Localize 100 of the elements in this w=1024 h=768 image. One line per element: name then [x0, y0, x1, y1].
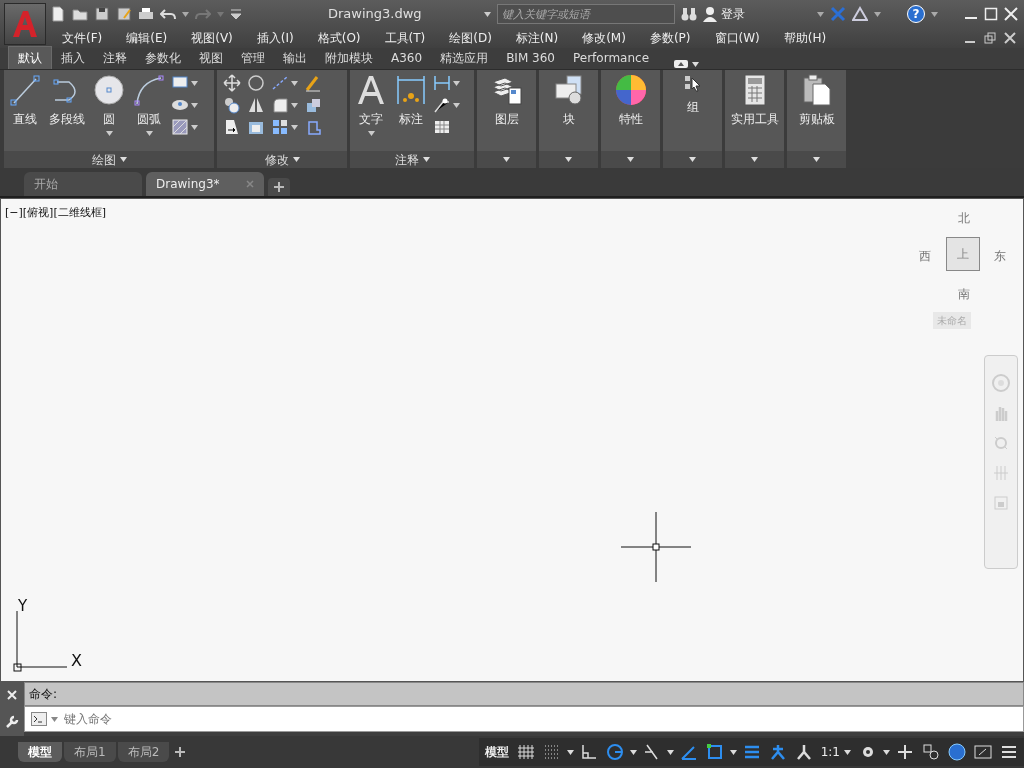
- fullscreen-icon[interactable]: [974, 743, 992, 761]
- new-file-icon[interactable]: [50, 6, 66, 22]
- right-angle-icon[interactable]: [579, 743, 598, 761]
- wrench-icon[interactable]: [5, 714, 19, 729]
- diagonal-line-icon[interactable]: [642, 743, 661, 761]
- tool-button[interactable]: 多段线: [47, 74, 87, 128]
- caret-icon: [217, 11, 224, 17]
- plus-icon: [274, 182, 284, 192]
- panel-title[interactable]: 绘图: [4, 151, 214, 168]
- ribbon-tab[interactable]: 视图: [190, 47, 232, 69]
- annotation-scale-button[interactable]: 1:1: [818, 743, 853, 761]
- panel-toggle-icon[interactable]: [674, 59, 688, 69]
- tool-button[interactable]: 圆弧: [131, 74, 167, 136]
- panel-title[interactable]: 注释: [350, 151, 474, 168]
- figure-icon[interactable]: [768, 743, 787, 761]
- plus-icon[interactable]: [175, 747, 186, 757]
- close-icon[interactable]: [1004, 32, 1016, 44]
- compass-label[interactable]: 东: [994, 247, 1006, 265]
- menu-item[interactable]: 修改(M): [570, 29, 638, 47]
- ribbon-tab[interactable]: BIM 360: [497, 47, 564, 69]
- sign-in-button[interactable]: 登录: [703, 5, 745, 23]
- model-space-button[interactable]: 模型: [482, 743, 511, 761]
- table-icon[interactable]: [433, 118, 451, 136]
- layout-tab[interactable]: 模型: [18, 742, 62, 762]
- ribbon-tab[interactable]: 参数化: [136, 47, 190, 69]
- mirror-icon[interactable]: [247, 96, 265, 114]
- help-button[interactable]: ?: [907, 5, 925, 23]
- menu-item[interactable]: 窗口(W): [702, 29, 772, 47]
- menu-item[interactable]: 帮助(H): [771, 29, 839, 47]
- binoculars-icon[interactable]: [681, 6, 697, 22]
- ribbon-tab[interactable]: 管理: [232, 47, 274, 69]
- circles-icon[interactable]: [223, 96, 241, 114]
- viewport-label[interactable]: [−][俯视][二维线框]: [5, 205, 106, 222]
- menu-item[interactable]: 视图(V): [179, 29, 245, 47]
- menu-item[interactable]: 绘图(D): [437, 29, 504, 47]
- maximize-icon[interactable]: [984, 7, 998, 21]
- menu-item[interactable]: 参数(P): [637, 29, 703, 47]
- caret-icon: [422, 157, 430, 162]
- search-field[interactable]: 键入关键字或短语: [497, 4, 675, 24]
- save-icon[interactable]: [94, 6, 110, 22]
- undo-icon[interactable]: [160, 6, 176, 22]
- cursor-icon: [682, 74, 703, 94]
- ribbon-tab[interactable]: 输出: [274, 47, 316, 69]
- save-as-icon[interactable]: [116, 6, 132, 22]
- application-button[interactable]: [4, 3, 46, 45]
- document-tab[interactable]: Drawing3*: [146, 172, 264, 196]
- leader-icon[interactable]: [433, 96, 451, 114]
- new-tab-button[interactable]: [268, 178, 290, 196]
- circle-icon[interactable]: [605, 743, 624, 761]
- menu-item[interactable]: 标注(N): [503, 29, 571, 47]
- figure-icon[interactable]: [794, 743, 813, 761]
- lines-icon[interactable]: [742, 743, 761, 761]
- folder-icon[interactable]: [72, 6, 88, 22]
- hatch-icon[interactable]: [171, 118, 189, 136]
- menu-icon[interactable]: [1000, 743, 1018, 761]
- ribbon-tab[interactable]: Performance: [563, 47, 658, 69]
- grid-icon[interactable]: [516, 743, 535, 761]
- prompt-icon[interactable]: [31, 712, 47, 726]
- fillet-icon[interactable]: [271, 96, 289, 114]
- print-icon[interactable]: [138, 6, 154, 22]
- ribbon-tab[interactable]: A360: [382, 47, 432, 69]
- ribbon-tab[interactable]: 插入: [52, 47, 94, 69]
- dashed-line-icon[interactable]: [271, 74, 289, 92]
- menu-item[interactable]: 编辑(E): [114, 29, 180, 47]
- tool-button[interactable]: 文字: [353, 74, 389, 136]
- menu-item[interactable]: 格式(O): [305, 29, 373, 47]
- disc-icon[interactable]: [948, 743, 966, 761]
- ribbon-tab[interactable]: 默认: [8, 46, 52, 69]
- stretch-icon[interactable]: [223, 118, 241, 136]
- tool-button[interactable]: 圆: [91, 74, 127, 136]
- menu-item[interactable]: 工具(T): [372, 29, 438, 47]
- ribbon-tab[interactable]: 注释: [94, 47, 136, 69]
- panel-title[interactable]: 修改: [217, 151, 347, 168]
- letter-icon: [355, 74, 387, 106]
- menu-item[interactable]: 插入(I): [244, 29, 306, 47]
- square-icon[interactable]: [705, 743, 724, 761]
- tool-button[interactable]: 标注: [393, 74, 429, 128]
- restore-icon[interactable]: [984, 32, 996, 44]
- customize-icon[interactable]: [230, 8, 242, 20]
- circle-icon: [93, 74, 125, 106]
- compass-label[interactable]: 西: [919, 247, 931, 265]
- menu-item[interactable]: 文件(F): [50, 29, 115, 47]
- ribbon-tab[interactable]: 附加模块: [316, 47, 382, 69]
- move-icon[interactable]: [223, 74, 241, 92]
- tool-button[interactable]: 直线: [7, 74, 43, 128]
- command-field[interactable]: 键入命令: [24, 706, 1024, 732]
- array-icon[interactable]: [271, 118, 289, 136]
- plus-icon[interactable]: [896, 743, 914, 761]
- document-tab[interactable]: 开始: [24, 172, 142, 196]
- caret-icon: [453, 80, 460, 86]
- compass-label[interactable]: 南: [958, 285, 970, 303]
- dots-icon[interactable]: [542, 743, 561, 761]
- caret-icon: [817, 11, 824, 17]
- layout-tab[interactable]: 布局1: [64, 742, 116, 762]
- compass-label[interactable]: 北: [958, 209, 970, 227]
- layout-tab[interactable]: 布局2: [117, 742, 170, 762]
- caret-icon: [291, 102, 298, 108]
- ribbon-tab[interactable]: 精选应用: [431, 47, 498, 69]
- dimension-icon: [395, 74, 427, 106]
- angle-icon[interactable]: [679, 743, 698, 761]
